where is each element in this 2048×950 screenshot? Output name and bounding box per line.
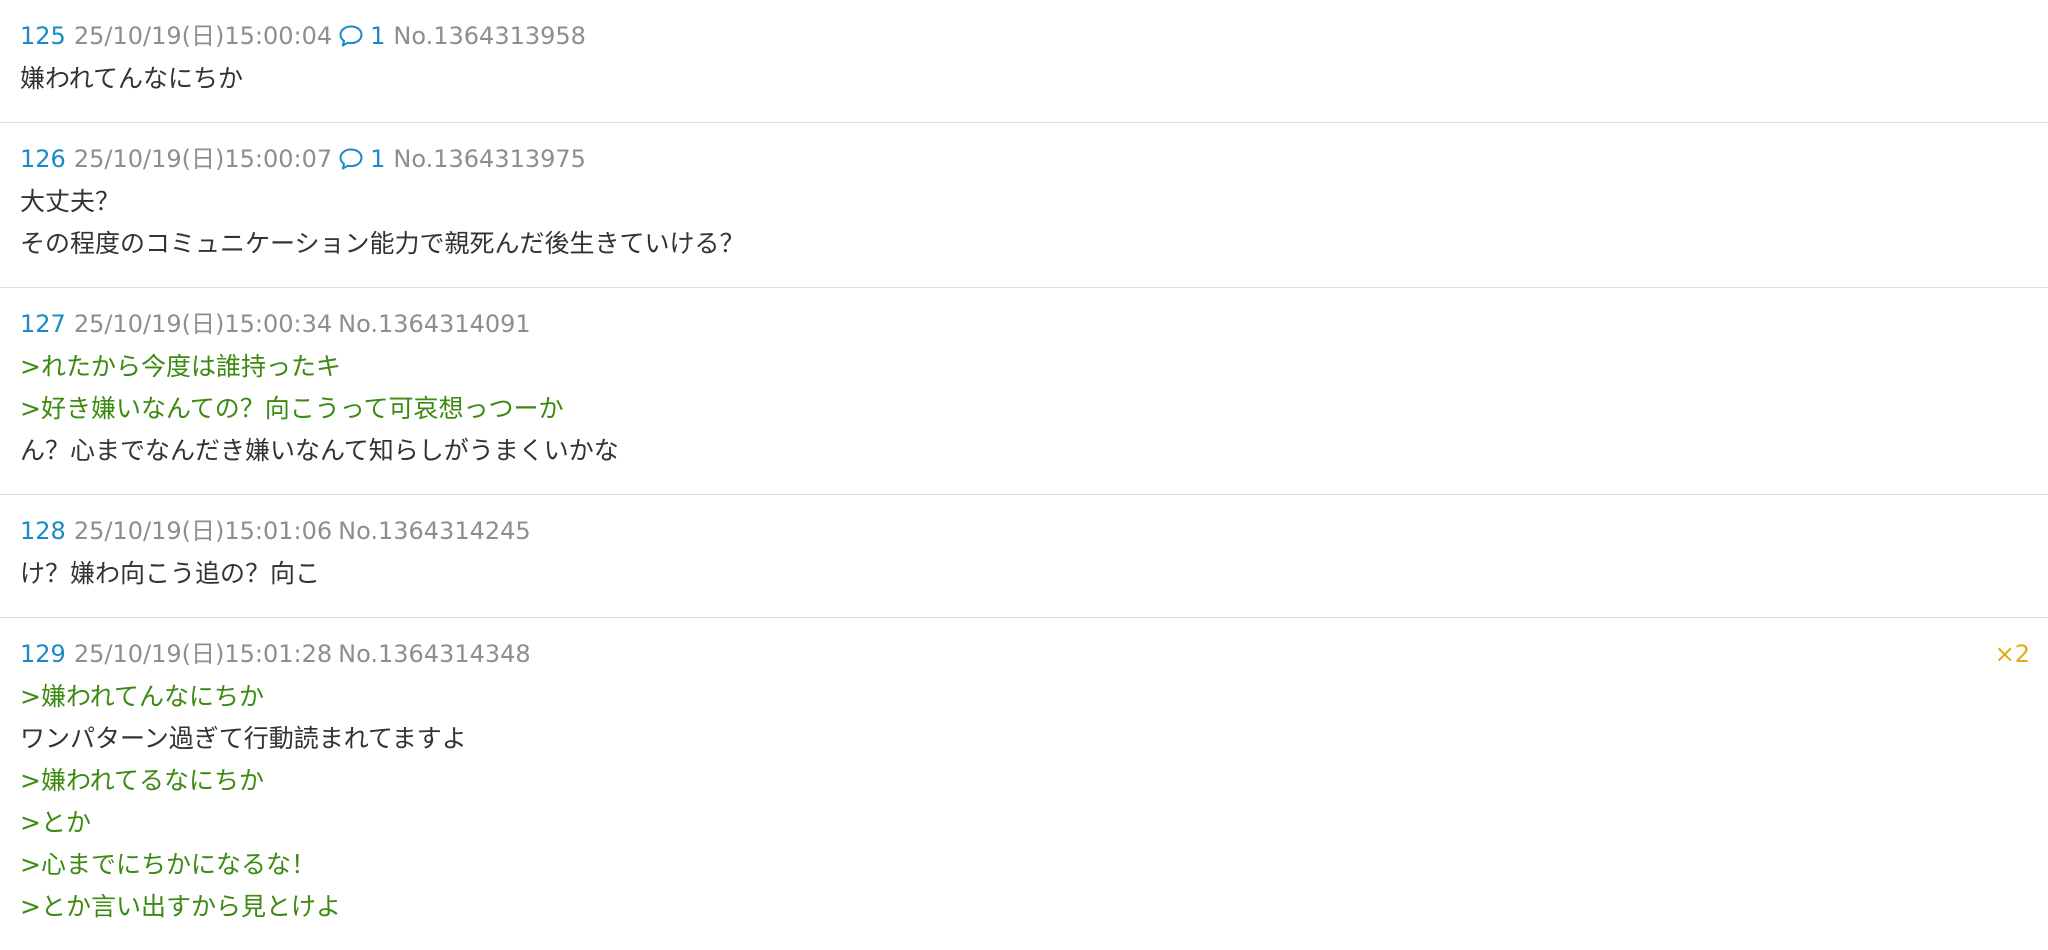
post-timestamp: 25/10/19(日)15:01:28 bbox=[73, 640, 333, 668]
post-header: 129 25/10/19(日)15:01:28 No.1364314348 bbox=[20, 636, 2028, 672]
quote-line: >好き嫌いなんての？向こうって可哀想っつーか bbox=[20, 394, 564, 423]
post: 129 25/10/19(日)15:01:28 No.1364314348 ×2… bbox=[0, 618, 2048, 950]
speech-bubble-icon bbox=[339, 148, 363, 170]
post-body: >れたから今度は誰持ったキ >好き嫌いなんての？向こうって可哀想っつーかん？心まで… bbox=[20, 346, 2028, 472]
post-number-link[interactable]: 125 bbox=[20, 18, 66, 54]
duplicate-count-badge: ×2 bbox=[1994, 640, 2030, 668]
post-number-link[interactable]: 128 bbox=[20, 513, 66, 549]
post-id-link[interactable]: No.1364314348 bbox=[338, 636, 531, 672]
text-line: その程度のコミュニケーション能力で親死んだ後生きていける？ bbox=[20, 229, 745, 258]
post-id-link[interactable]: No.1364314091 bbox=[338, 306, 531, 342]
quote-line: >れたから今度は誰持ったキ bbox=[20, 352, 341, 381]
text-line: け？嫌わ向こう追の？向こ bbox=[20, 559, 321, 588]
post: 127 25/10/19(日)15:00:34 No.1364314091 >れ… bbox=[0, 288, 2048, 495]
quote-line: >嫌われてるなにちか bbox=[20, 766, 264, 795]
post-number-link[interactable]: 129 bbox=[20, 636, 66, 672]
speech-bubble-icon bbox=[339, 25, 363, 47]
post-timestamp: 25/10/19(日)15:01:06 bbox=[73, 517, 333, 545]
post-number-link[interactable]: 127 bbox=[20, 306, 66, 342]
post-id-link[interactable]: No.1364313958 bbox=[393, 18, 586, 54]
post-body: け？嫌わ向こう追の？向こ bbox=[20, 553, 2028, 595]
post-id-link[interactable]: No.1364313975 bbox=[393, 141, 586, 177]
post-body: >嫌われてんなにちかワンパターン過ぎて行動読まれてますよ >嫌われてるなにちか >と… bbox=[20, 676, 2028, 928]
post: 128 25/10/19(日)15:01:06 No.1364314245 け？… bbox=[0, 495, 2048, 618]
post-header: 125 25/10/19(日)15:00:04 1 No.1364313958 bbox=[20, 18, 2028, 54]
thread: 125 25/10/19(日)15:00:04 1 No.1364313958 … bbox=[0, 0, 2048, 950]
reply-count-value: 1 bbox=[370, 22, 386, 50]
post-timestamp: 25/10/19(日)15:00:07 bbox=[73, 145, 333, 173]
quote-line: >心までにちかになるな！ bbox=[20, 850, 316, 879]
reply-count-link[interactable]: 1 bbox=[338, 141, 385, 177]
post-body: 大丈夫？ その程度のコミュニケーション能力で親死んだ後生きていける？ bbox=[20, 181, 2028, 265]
text-line: ワンパターン過ぎて行動読まれてますよ bbox=[20, 724, 467, 753]
text-line: 嫌われてんなにちか bbox=[20, 64, 244, 93]
quote-line: >とか bbox=[20, 808, 91, 837]
post: 125 25/10/19(日)15:00:04 1 No.1364313958 … bbox=[0, 0, 2048, 123]
post-number-link[interactable]: 126 bbox=[20, 141, 66, 177]
text-line: ん？心までなんだき嫌いなんて知らしがうまくいかな bbox=[20, 436, 619, 465]
quote-line: >嫌われてんなにちか bbox=[20, 682, 264, 711]
post-id-link[interactable]: No.1364314245 bbox=[338, 513, 531, 549]
post-timestamp: 25/10/19(日)15:00:34 bbox=[73, 310, 333, 338]
post: 126 25/10/19(日)15:00:07 1 No.1364313975 … bbox=[0, 123, 2048, 288]
text-line: 大丈夫？ bbox=[20, 187, 121, 216]
post-header: 126 25/10/19(日)15:00:07 1 No.1364313975 bbox=[20, 141, 2028, 177]
reply-count-value: 1 bbox=[370, 145, 386, 173]
post-header: 128 25/10/19(日)15:01:06 No.1364314245 bbox=[20, 513, 2028, 549]
post-timestamp: 25/10/19(日)15:00:04 bbox=[73, 22, 333, 50]
quote-line: >とか言い出すから見とけよ bbox=[20, 892, 341, 921]
post-header: 127 25/10/19(日)15:00:34 No.1364314091 bbox=[20, 306, 2028, 342]
post-body: 嫌われてんなにちか bbox=[20, 58, 2028, 100]
reply-count-link[interactable]: 1 bbox=[338, 18, 385, 54]
